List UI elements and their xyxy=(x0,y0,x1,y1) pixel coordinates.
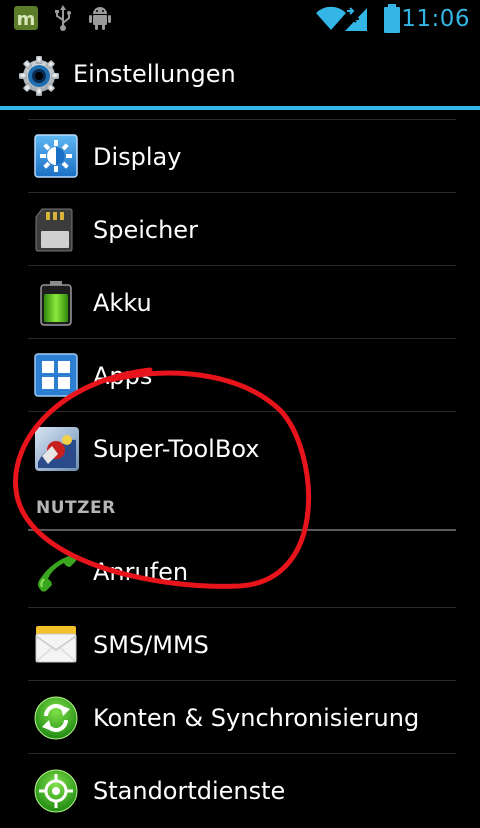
divider xyxy=(28,119,456,120)
section-header-user: NUTZER xyxy=(36,498,116,518)
usb-icon xyxy=(55,5,71,31)
envelope-icon xyxy=(35,626,77,663)
app-m-icon: m xyxy=(14,6,38,30)
settings-item-label: Display xyxy=(93,143,182,171)
location-icon xyxy=(34,769,78,813)
battery-icon xyxy=(40,281,72,326)
divider xyxy=(28,192,456,193)
settings-item-display[interactable]: Display xyxy=(0,121,480,194)
settings-item-accounts-sync[interactable]: Konten & Synchronisierung xyxy=(0,682,480,755)
divider xyxy=(28,338,456,339)
page-title: Einstellungen xyxy=(73,60,236,88)
settings-item-label: Super-ToolBox xyxy=(93,435,260,463)
settings-item-label: Konten & Synchronisierung xyxy=(93,704,420,732)
settings-item-location[interactable]: Standortdienste xyxy=(0,755,480,828)
sync-icon xyxy=(34,696,78,740)
clock: 11:06 xyxy=(401,6,470,32)
svg-text:m: m xyxy=(17,9,36,30)
divider xyxy=(28,753,456,754)
settings-gear-icon[interactable] xyxy=(18,55,60,97)
settings-item-label: Standortdienste xyxy=(93,777,286,805)
divider xyxy=(28,411,456,412)
settings-item-label: Apps xyxy=(93,362,153,390)
sd-card-icon xyxy=(35,208,73,252)
settings-list: Display Speicher Akku Apps Super-ToolBox… xyxy=(0,110,480,813)
settings-item-super-toolbox[interactable]: Super-ToolBox xyxy=(0,413,480,486)
super-toolbox-app-icon xyxy=(35,427,79,471)
signal-icon xyxy=(345,7,367,31)
settings-item-call[interactable]: Anrufen xyxy=(0,536,480,609)
divider xyxy=(28,265,456,266)
settings-item-label: Akku xyxy=(93,289,152,317)
settings-item-battery[interactable]: Akku xyxy=(0,267,480,340)
phone-icon xyxy=(38,555,77,592)
divider xyxy=(28,680,456,681)
battery-icon xyxy=(384,4,400,33)
apps-grid-icon xyxy=(34,353,78,397)
settings-item-label: Speicher xyxy=(93,216,198,244)
settings-item-sms-mms[interactable]: SMS/MMS xyxy=(0,609,480,682)
divider xyxy=(28,607,456,608)
status-bar: m 11:06 xyxy=(0,0,480,38)
settings-item-label: Anrufen xyxy=(93,558,189,586)
action-bar: Einstellungen xyxy=(0,38,480,110)
settings-item-apps[interactable]: Apps xyxy=(0,340,480,413)
section-divider xyxy=(28,529,456,531)
display-brightness-icon xyxy=(34,134,78,178)
settings-item-label: SMS/MMS xyxy=(93,631,209,659)
android-debug-icon xyxy=(89,7,111,30)
settings-item-storage[interactable]: Speicher xyxy=(0,194,480,267)
